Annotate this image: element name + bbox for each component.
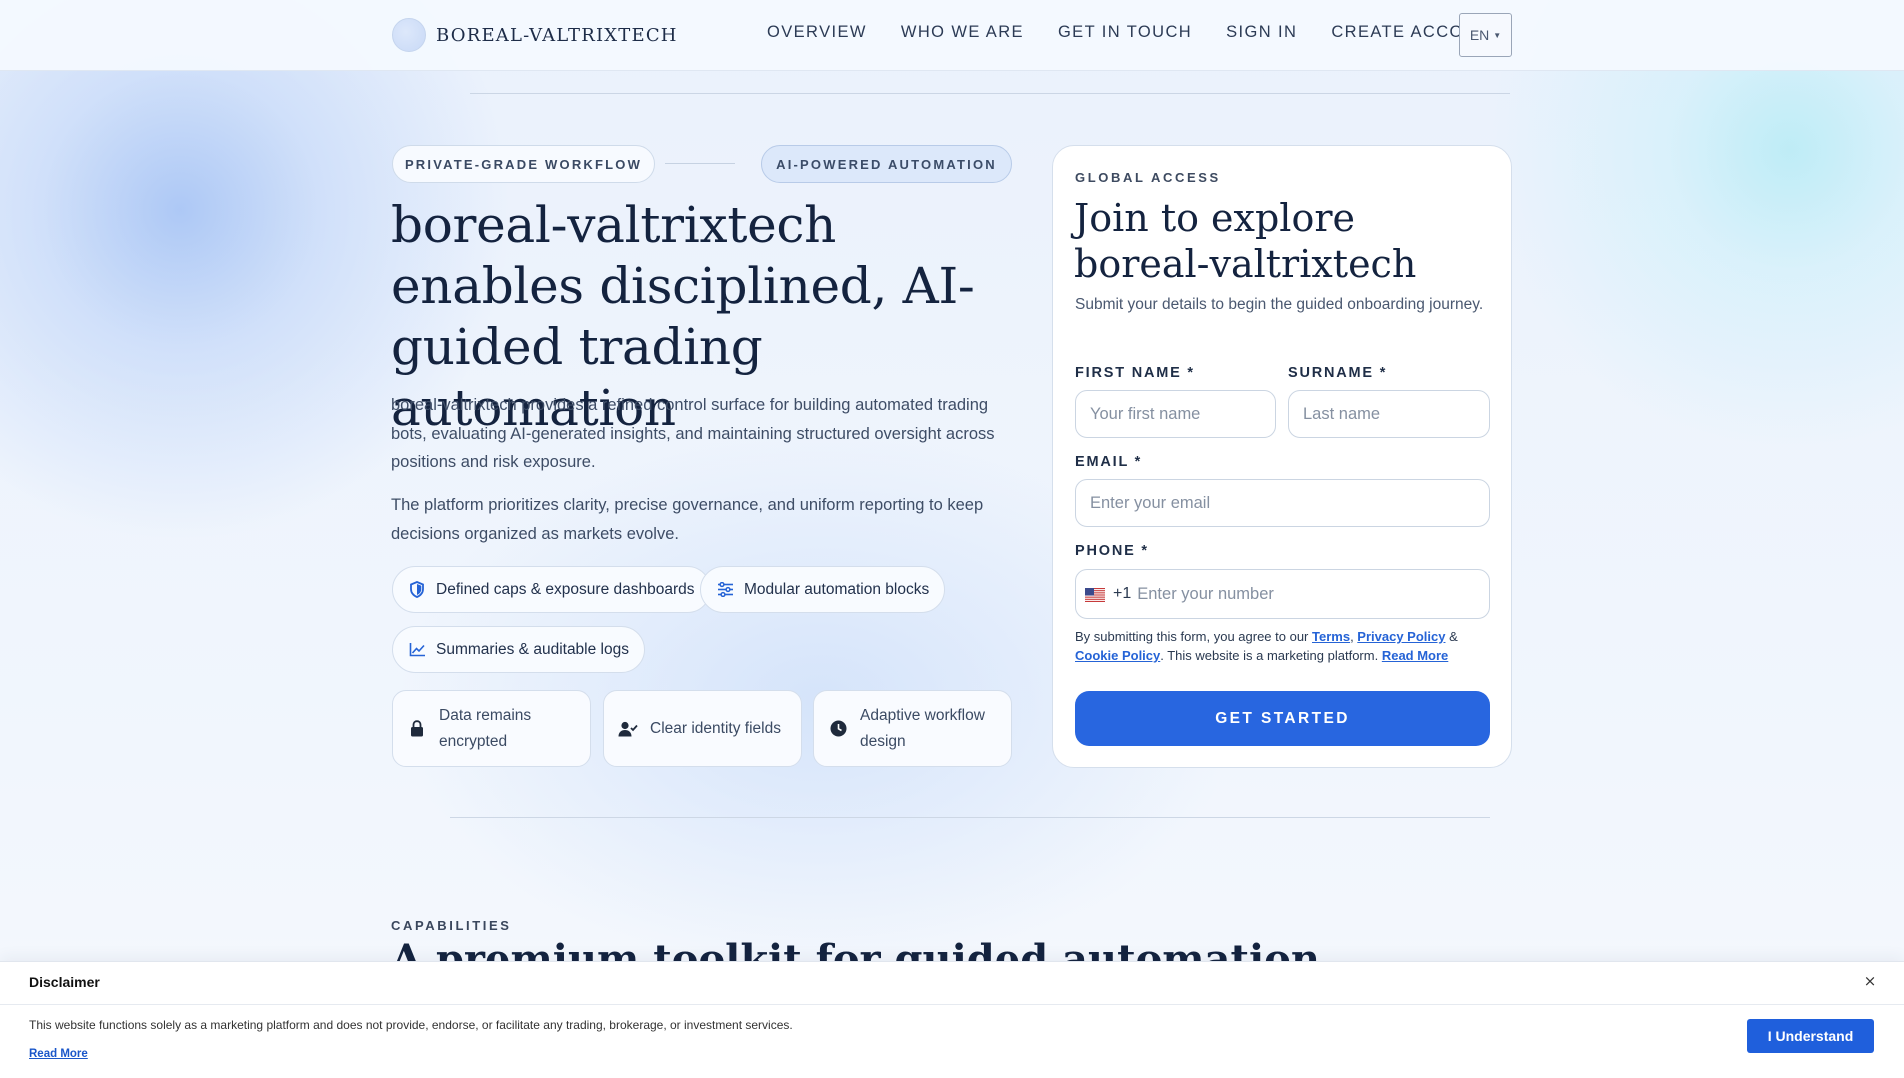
brand-name: BOREAL-VALTRIXTECH xyxy=(436,24,678,46)
form-eyebrow: GLOBAL ACCESS xyxy=(1075,170,1221,185)
pill-label: Modular automation blocks xyxy=(744,580,930,598)
brand-mark-icon xyxy=(392,18,426,52)
privacy-policy-link[interactable]: Privacy Policy xyxy=(1357,629,1445,644)
sliders-icon xyxy=(716,581,734,599)
language-code: EN xyxy=(1469,27,1490,43)
consent-prefix: By submitting this form, you agree to ou… xyxy=(1075,629,1312,644)
disclaimer-read-more-link[interactable]: Read More xyxy=(29,1048,88,1060)
lock-icon xyxy=(407,719,427,739)
clock-icon xyxy=(828,719,848,739)
line-chart-icon xyxy=(408,641,426,659)
cookie-policy-link[interactable]: Cookie Policy xyxy=(1075,648,1160,663)
feature-card-adaptive: Adaptive workflow design xyxy=(813,690,1012,767)
read-more-link[interactable]: Read More xyxy=(1382,648,1448,663)
form-subtitle: Submit your details to begin the guided … xyxy=(1075,296,1484,313)
nav-sign-in[interactable]: SIGN IN xyxy=(1226,23,1297,42)
tag-connector-line xyxy=(665,163,735,164)
hero-paragraph-2: The platform prioritizes clarity, precis… xyxy=(391,496,984,543)
pill-label: Defined caps & exposure dashboards xyxy=(436,580,695,598)
consent-suffix: . This website is a marketing platform. xyxy=(1160,648,1382,663)
capabilities-eyebrow: CAPABILITIES xyxy=(391,918,512,933)
divider xyxy=(450,817,1490,818)
phone-field-group: +1 xyxy=(1075,569,1490,619)
first-name-label: FIRST NAME * xyxy=(1075,365,1195,381)
phone-field[interactable] xyxy=(1137,584,1468,604)
feature-card-label: Clear identity fields xyxy=(650,719,781,737)
tag-ai-powered: AI-POWERED AUTOMATION xyxy=(761,145,1012,183)
disclaimer-title: Disclaimer xyxy=(29,974,100,990)
get-started-button[interactable]: GET STARTED xyxy=(1075,691,1490,746)
feature-card-encrypted: Data remains encrypted xyxy=(392,690,591,767)
disclaimer-header: Disclaimer × xyxy=(0,962,1904,1005)
form-title: Join to explore boreal-valtrixtech xyxy=(1074,196,1417,286)
divider xyxy=(470,93,1510,94)
first-name-field[interactable] xyxy=(1075,390,1276,438)
tag-private-grade: PRIVATE-GRADE WORKFLOW xyxy=(392,145,655,183)
brand-logo[interactable]: BOREAL-VALTRIXTECH xyxy=(392,18,678,52)
us-flag-icon[interactable] xyxy=(1085,587,1105,602)
surname-label: SURNAME * xyxy=(1288,365,1388,381)
feature-card-label: Adaptive workflow design xyxy=(860,706,985,750)
site-header: BOREAL-VALTRIXTECH OVERVIEW WHO WE ARE G… xyxy=(0,0,1904,71)
nav-get-in-touch[interactable]: GET IN TOUCH xyxy=(1058,23,1192,42)
disclaimer-banner: Disclaimer × This website functions sole… xyxy=(0,961,1904,1078)
language-selector[interactable]: EN ▼ xyxy=(1459,13,1512,57)
consent-amp: & xyxy=(1445,629,1458,644)
disclaimer-text: This website functions solely as a marke… xyxy=(29,1018,793,1032)
feature-pill-caps: Defined caps & exposure dashboards xyxy=(392,566,711,613)
surname-field[interactable] xyxy=(1288,390,1490,438)
shield-icon xyxy=(408,581,426,599)
nav-who-we-are[interactable]: WHO WE ARE xyxy=(901,23,1024,42)
nav-overview[interactable]: OVERVIEW xyxy=(767,23,867,42)
feature-pill-summaries: Summaries & auditable logs xyxy=(392,626,645,673)
close-icon[interactable]: × xyxy=(1862,972,1878,992)
email-field[interactable] xyxy=(1075,479,1490,527)
phone-label: PHONE * xyxy=(1075,543,1149,559)
i-understand-button[interactable]: I Understand xyxy=(1747,1019,1874,1053)
email-label: EMAIL * xyxy=(1075,454,1143,470)
feature-card-label: Data remains encrypted xyxy=(439,706,532,750)
feature-card-identity: Clear identity fields xyxy=(603,690,802,767)
feature-pill-modular: Modular automation blocks xyxy=(700,566,946,613)
hero-paragraph-1: boreal-valtrixtech provides a refined co… xyxy=(391,396,995,471)
pill-label: Summaries & auditable logs xyxy=(436,640,629,658)
phone-dial-code: +1 xyxy=(1113,585,1132,602)
main-nav: OVERVIEW WHO WE ARE GET IN TOUCH SIGN IN… xyxy=(767,23,1536,42)
consent-text: By submitting this form, you agree to ou… xyxy=(1075,627,1495,665)
signup-form-card: GLOBAL ACCESS Join to explore boreal-val… xyxy=(1052,145,1512,768)
user-check-icon xyxy=(618,719,638,739)
chevron-down-icon: ▼ xyxy=(1493,30,1502,40)
terms-link[interactable]: Terms xyxy=(1312,629,1350,644)
